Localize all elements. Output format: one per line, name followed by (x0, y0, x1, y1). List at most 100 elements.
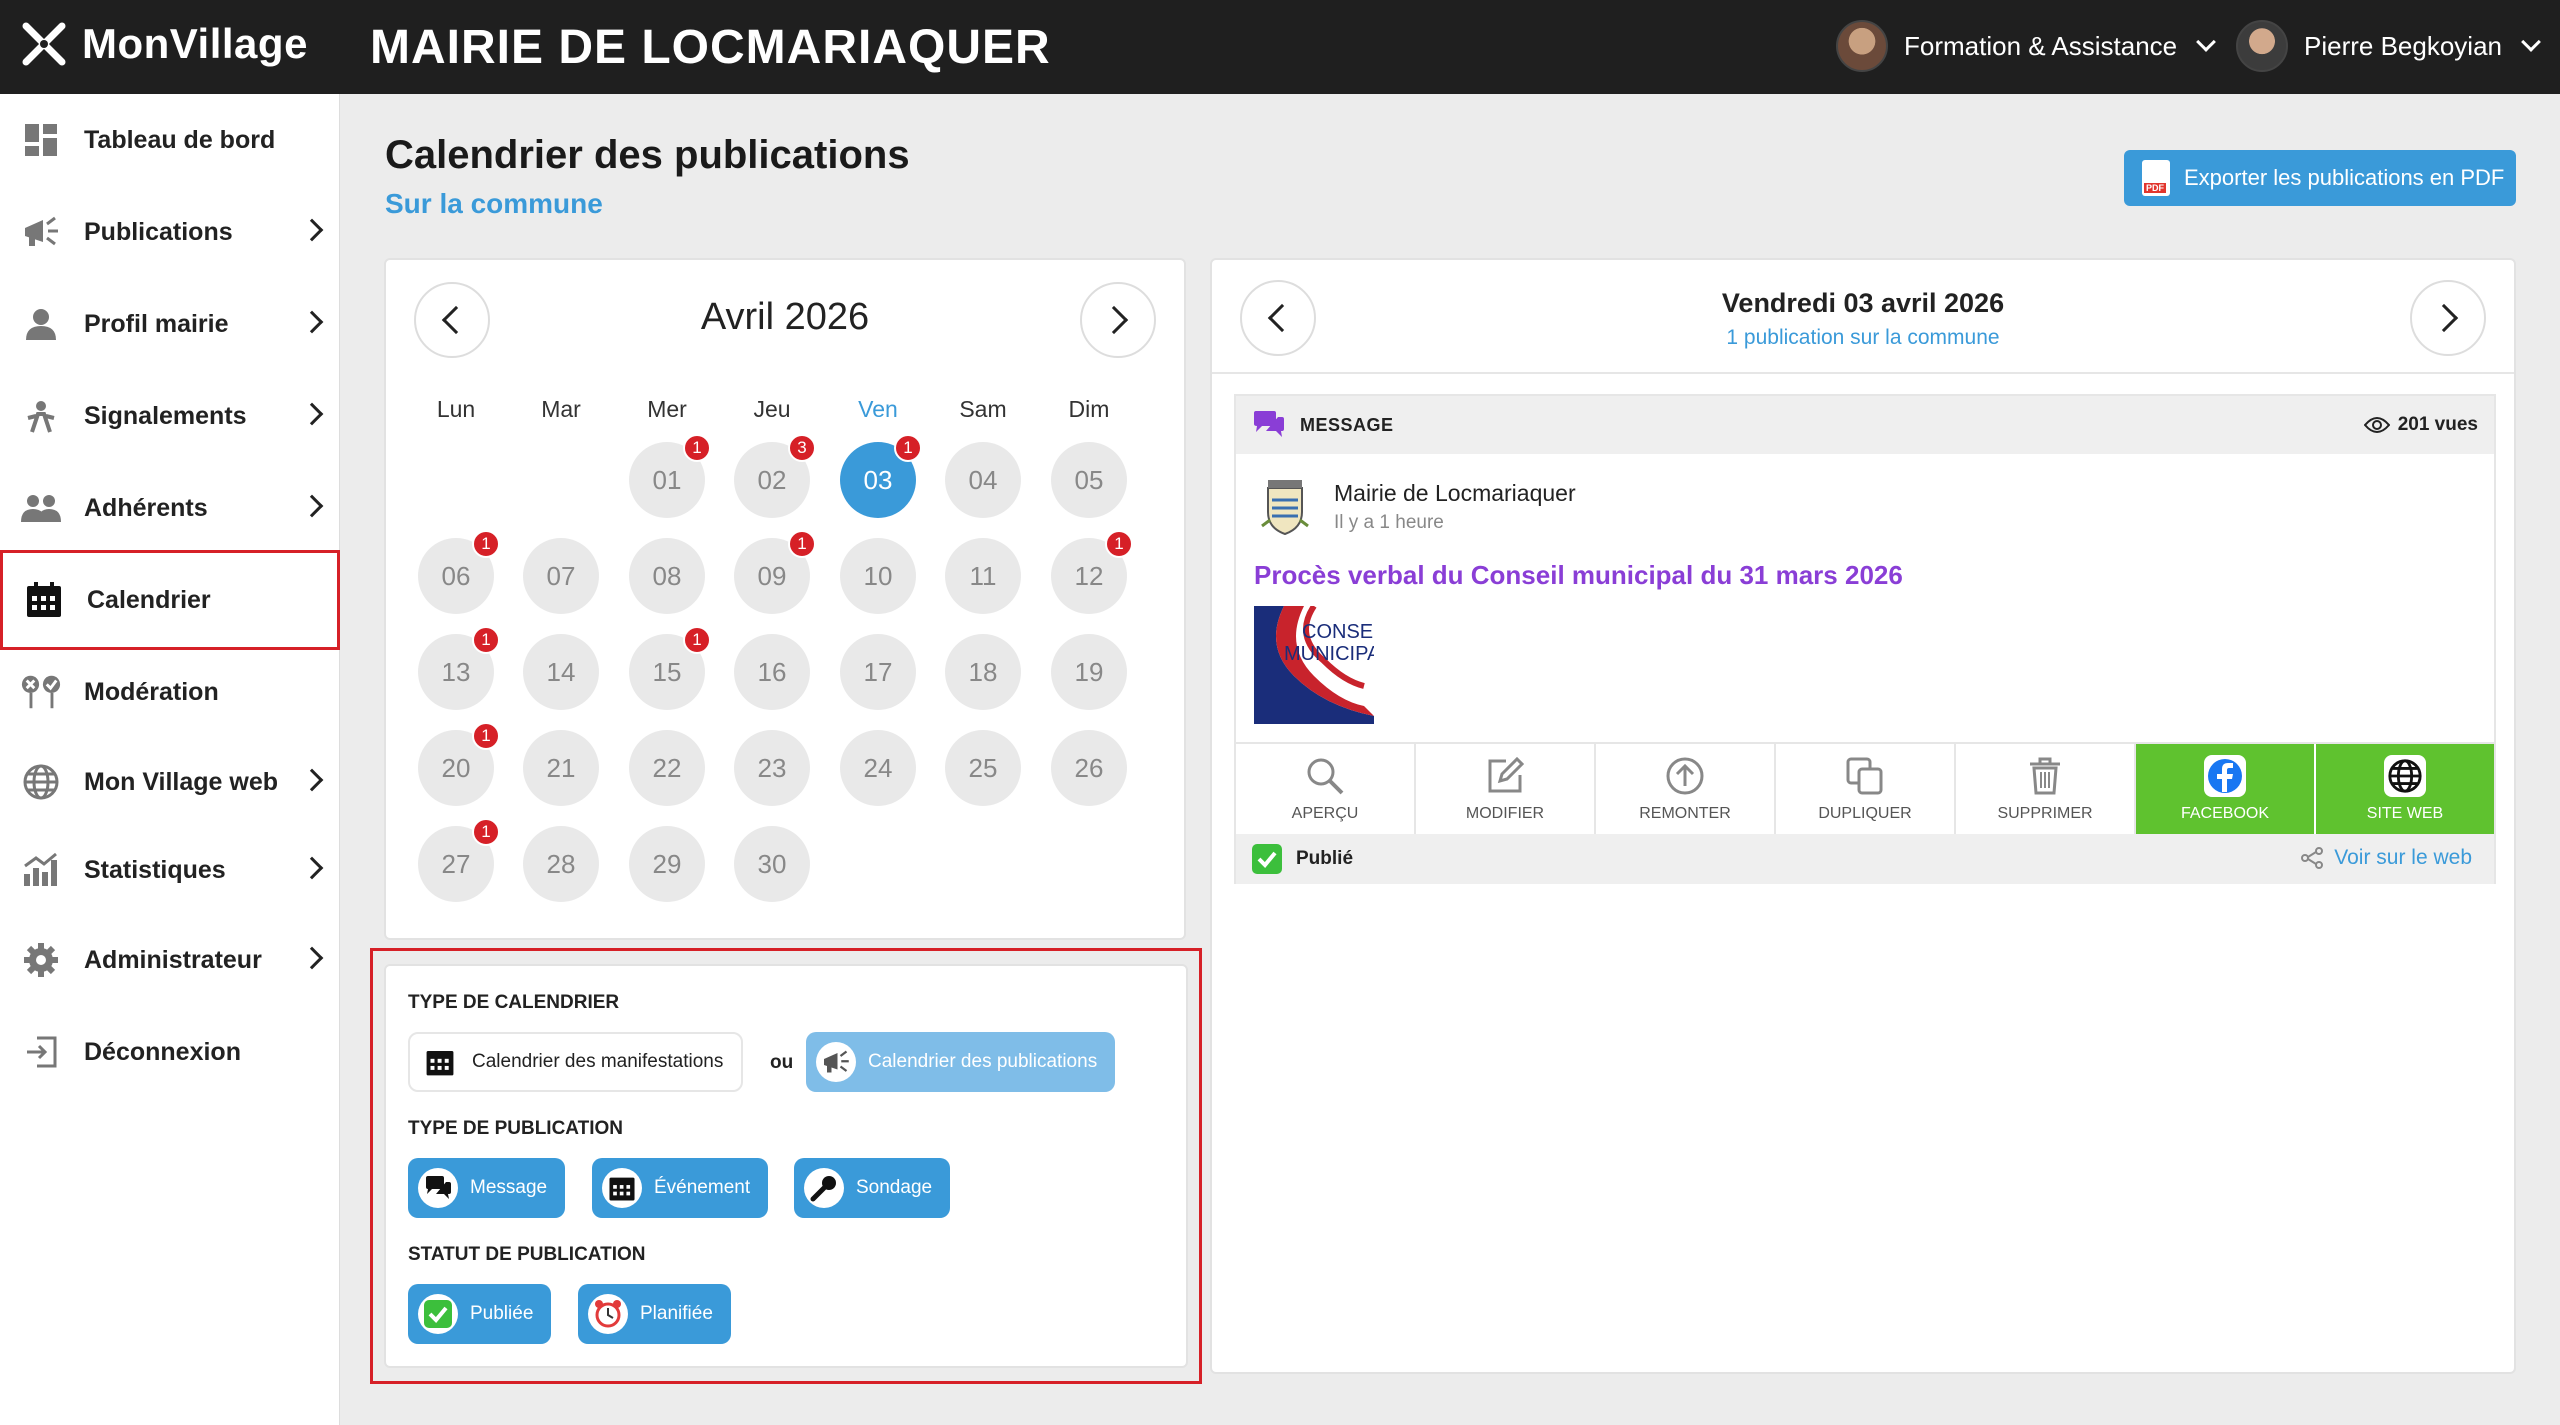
edit-label: MODIFIER (1465, 805, 1545, 822)
help-menu[interactable]: Formation & Assistance (1836, 20, 2217, 72)
chevron-right-icon (2429, 303, 2459, 333)
day-number: 15 (652, 656, 682, 687)
calendar-day[interactable]: 05 (1051, 442, 1127, 518)
day-number: 10 (863, 560, 893, 591)
calendar-day[interactable]: 09 1 (734, 530, 816, 614)
calendar-day[interactable]: 29 (629, 826, 705, 902)
calendar-day[interactable]: 21 (523, 730, 599, 806)
preview-button[interactable]: APERÇU (1236, 744, 1416, 834)
event-filter-button[interactable]: Événement (592, 1158, 769, 1218)
calendar-day[interactable]: 04 (945, 442, 1021, 518)
megaphone-icon (20, 211, 62, 253)
calendar-day[interactable]: 16 (734, 634, 810, 710)
day-number: 01 (652, 464, 682, 495)
calendar-day[interactable]: 17 (840, 634, 916, 710)
calendar-day[interactable]: 24 (840, 730, 916, 806)
copy-icon (1844, 755, 1886, 797)
edit-button[interactable]: MODIFIER (1416, 744, 1596, 834)
calendar-day[interactable]: 11 (945, 538, 1021, 614)
scheduled-filter-button[interactable]: Planifiée (578, 1284, 731, 1344)
calendar-day[interactable]: 10 (840, 538, 916, 614)
weekday-label: Ven (858, 396, 898, 422)
publication-count-badge: 1 (472, 818, 500, 846)
facebook-share-button[interactable]: FACEBOOK (2136, 744, 2316, 834)
poll-filter-label: Sondage (856, 1177, 933, 1198)
calendar-day[interactable]: 26 (1051, 730, 1127, 806)
calendar-day[interactable]: 20 1 (418, 722, 500, 806)
website-share-button[interactable]: SITE WEB (2316, 744, 2494, 834)
sidebar-item-signalements[interactable]: Signalements (0, 370, 340, 462)
sidebar-item-label: Adhérents (84, 493, 208, 522)
calendar-day[interactable]: 08 (629, 538, 705, 614)
duplicate-label: DUPLIQUER (1818, 805, 1912, 822)
published-filter-button[interactable]: Publiée (408, 1284, 552, 1344)
day-number: 08 (652, 560, 682, 591)
calendar-day[interactable]: 18 (945, 634, 1021, 710)
calendar-day[interactable]: 02 3 (734, 434, 816, 518)
calendar-day[interactable]: 22 (629, 730, 705, 806)
next-day-button[interactable] (2410, 280, 2486, 356)
calendar-day[interactable]: 14 (523, 634, 599, 710)
day-number: 21 (546, 752, 576, 783)
alarm-clock-icon (588, 1294, 628, 1334)
trash-icon (2024, 755, 2066, 797)
scheduled-filter-label: Planifiée (640, 1303, 713, 1324)
check-icon (418, 1294, 458, 1334)
view-on-web-link[interactable]: Voir sur le web (2300, 846, 2472, 870)
brand-logo[interactable]: MonVillage (20, 20, 308, 68)
calendar-day[interactable]: 19 (1051, 634, 1127, 710)
help-menu-label: Formation & Assistance (1904, 30, 2178, 61)
chevron-right-icon (300, 494, 324, 518)
user-menu[interactable]: Pierre Begkoyian (2236, 20, 2541, 72)
bump-button[interactable]: REMONTER (1596, 744, 1776, 834)
sidebar-item-administrateur[interactable]: Administrateur (0, 914, 340, 1006)
weekday-label: Jeu (753, 396, 791, 422)
manifestations-calendar-button[interactable]: Calendrier des manifestations (408, 1032, 744, 1092)
weekday-label: Mer (647, 396, 687, 422)
sidebar-item-adherents[interactable]: Adhérents (0, 462, 340, 554)
publications-calendar-button[interactable]: Calendrier des publications (806, 1032, 1116, 1092)
delete-button[interactable]: SUPPRIMER (1956, 744, 2136, 834)
sidebar-item-moderation[interactable]: Modération (0, 646, 340, 738)
next-month-button[interactable] (1080, 282, 1156, 358)
sidebar-item-deconnexion[interactable]: Déconnexion (0, 1006, 340, 1098)
sidebar-item-dashboard[interactable]: Tableau de bord (0, 94, 340, 186)
calendar-day[interactable]: 07 (523, 538, 599, 614)
sidebar-item-mon-village-web[interactable]: Mon Village web (0, 736, 340, 828)
calendar-day[interactable]: 06 1 (418, 530, 500, 614)
calendar-day[interactable]: 12 1 (1051, 530, 1133, 614)
chevron-right-icon (1099, 305, 1129, 335)
sidebar-item-label: Administrateur (84, 945, 262, 974)
calendar-day[interactable]: 30 (734, 826, 810, 902)
sidebar-item-statistiques[interactable]: Statistiques (0, 824, 340, 916)
calendar-day[interactable]: 03 1 (840, 434, 922, 518)
post-actions: APERÇU MODIFIER REMONTER DUPLIQUER SUPPR… (1236, 742, 2494, 834)
post-thumbnail[interactable]: CONSEI MUNICIPA (1254, 606, 1374, 724)
poll-filter-button[interactable]: Sondage (794, 1158, 951, 1218)
publication-count-badge: 1 (683, 626, 711, 654)
calendar-day[interactable]: 13 1 (418, 626, 500, 710)
calendar-day[interactable]: 01 1 (629, 434, 711, 518)
thumbnail-text-1: CONSEI (1302, 621, 1374, 643)
calendar-day[interactable]: 23 (734, 730, 810, 806)
page-subtitle[interactable]: Sur la commune (385, 188, 603, 220)
arrow-up-circle-icon (1664, 755, 1706, 797)
calendar-day[interactable]: 15 1 (629, 626, 711, 710)
day-number: 14 (546, 656, 576, 687)
calendar-day[interactable]: 25 (945, 730, 1021, 806)
sidebar-item-publications[interactable]: Publications (0, 186, 340, 278)
day-number: 29 (652, 848, 682, 879)
website-label: SITE WEB (2366, 805, 2444, 822)
message-filter-button[interactable]: Message (408, 1158, 566, 1218)
edit-icon (1484, 755, 1526, 797)
export-pdf-label: Exporter les publications en PDF (2184, 165, 2505, 190)
day-number: 22 (652, 752, 682, 783)
sidebar-item-calendrier[interactable]: Calendrier (0, 550, 340, 650)
sidebar-item-profil-mairie[interactable]: Profil mairie (0, 278, 340, 370)
duplicate-button[interactable]: DUPLIQUER (1776, 744, 1956, 834)
bump-label: REMONTER (1639, 805, 1731, 822)
calendar-day[interactable]: 27 1 (418, 818, 500, 902)
export-pdf-button[interactable]: Exporter les publications en PDF (2124, 150, 2516, 206)
calendar-day[interactable]: 28 (523, 826, 599, 902)
post-title[interactable]: Procès verbal du Conseil municipal du 31… (1254, 560, 1903, 591)
